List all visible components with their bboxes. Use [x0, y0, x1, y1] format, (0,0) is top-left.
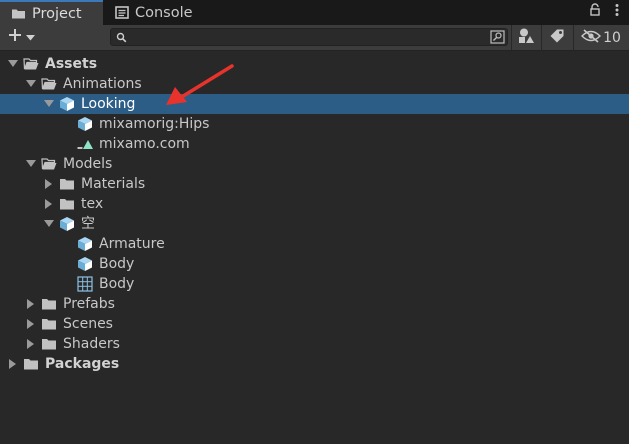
animation-clip-icon	[77, 136, 93, 152]
advanced-search-icon[interactable]	[490, 30, 505, 48]
hidden-count: 10	[603, 29, 621, 46]
expand-arrow-down-icon[interactable]	[44, 99, 54, 109]
prefab-icon	[77, 256, 93, 272]
eye-slash-icon	[581, 28, 602, 47]
folder-icon	[59, 176, 75, 192]
lock-icon[interactable]	[589, 3, 601, 21]
prefab-icon	[77, 116, 93, 132]
tree-row[interactable]: Body	[0, 274, 629, 294]
tree-item-label: Animations	[63, 76, 142, 92]
prefab-icon	[77, 236, 93, 252]
folder-open-icon	[41, 76, 57, 92]
tree-row[interactable]: Animations	[0, 74, 629, 94]
shapes-icon	[517, 27, 535, 49]
tree-item-label: Armature	[99, 236, 165, 252]
tab-project[interactable]: Project	[0, 0, 103, 25]
tree-row[interactable]: Assets	[0, 54, 629, 74]
tree-item-label: Models	[63, 156, 113, 172]
folder-icon	[59, 196, 75, 212]
tree-row[interactable]: mixamo.com	[0, 134, 629, 154]
toolbar-separator	[541, 25, 542, 50]
mesh-icon	[77, 276, 93, 292]
tree-item-label: Materials	[81, 176, 146, 192]
tree-item-label: Body	[99, 256, 135, 272]
tree-item-label: tex	[81, 196, 104, 212]
toolbar-separator	[511, 25, 512, 50]
expand-arrow-down-icon[interactable]	[26, 79, 36, 89]
tree-row[interactable]: Prefabs	[0, 294, 629, 314]
tree-row[interactable]: Body	[0, 254, 629, 274]
tree-row[interactable]: Models	[0, 154, 629, 174]
tree-item-label: 空	[81, 216, 95, 232]
tree-row[interactable]: Shaders	[0, 334, 629, 354]
folder-icon	[41, 336, 57, 352]
tag-icon	[549, 28, 565, 48]
tab-console-label: Console	[135, 4, 193, 21]
tree-row[interactable]: Scenes	[0, 314, 629, 334]
expand-arrow-down-icon[interactable]	[8, 59, 18, 69]
tree-item-label: mixamo.com	[99, 136, 190, 152]
kebab-menu-icon[interactable]	[615, 3, 619, 21]
search-by-type-button[interactable]	[514, 27, 538, 48]
console-icon	[115, 6, 129, 19]
folder-icon	[11, 7, 26, 20]
tree-row[interactable]: mixamorig:Hips	[0, 114, 629, 134]
tree-item-label: Shaders	[63, 336, 120, 352]
expand-arrow-right-icon[interactable]	[8, 359, 18, 369]
search-icon	[116, 31, 127, 47]
search-field[interactable]	[110, 28, 508, 48]
create-button[interactable]	[7, 27, 35, 47]
tree-row[interactable]: 空	[0, 214, 629, 234]
expand-arrow-down-icon[interactable]	[44, 219, 54, 229]
tree-row[interactable]: Armature	[0, 234, 629, 254]
folder-icon	[23, 356, 39, 372]
tree-item-label: Packages	[45, 356, 120, 372]
expand-arrow-right-icon[interactable]	[26, 299, 36, 309]
red-arrow-annotation	[166, 64, 234, 105]
chevron-down-icon	[26, 29, 35, 45]
tree-row[interactable]: Packages	[0, 354, 629, 374]
folder-icon	[41, 296, 57, 312]
expand-arrow-right-icon[interactable]	[26, 339, 36, 349]
folder-open-icon	[41, 156, 57, 172]
tree-item-label: Body	[99, 276, 135, 292]
tab-project-label: Project	[32, 5, 82, 22]
tree-item-label: Prefabs	[63, 296, 115, 312]
expand-arrow-right-icon[interactable]	[26, 319, 36, 329]
expand-arrow-down-icon[interactable]	[26, 159, 36, 169]
tree-row[interactable]: Looking	[0, 94, 629, 114]
search-by-label-button[interactable]	[545, 27, 569, 48]
prefab-icon	[59, 216, 75, 232]
expand-arrow-right-icon[interactable]	[44, 179, 54, 189]
toolbar-separator	[573, 25, 574, 50]
tree-item-label: mixamorig:Hips	[99, 116, 210, 132]
tree-item-label: Assets	[45, 56, 98, 72]
folder-open-icon	[23, 56, 39, 72]
tree-item-label: Looking	[81, 96, 136, 112]
tree-row[interactable]: tex	[0, 194, 629, 214]
plus-icon	[7, 27, 23, 47]
tree-row[interactable]: Materials	[0, 174, 629, 194]
tree-item-label: Scenes	[63, 316, 113, 332]
hidden-packages-toggle[interactable]: 10	[577, 27, 625, 48]
expand-arrow-right-icon[interactable]	[44, 199, 54, 209]
prefab-icon	[59, 96, 75, 112]
tab-console[interactable]: Console	[103, 0, 213, 25]
folder-icon	[41, 316, 57, 332]
tab-bar: Project Console	[0, 0, 629, 25]
project-toolbar: 10	[0, 25, 629, 51]
search-input[interactable]	[131, 29, 485, 47]
